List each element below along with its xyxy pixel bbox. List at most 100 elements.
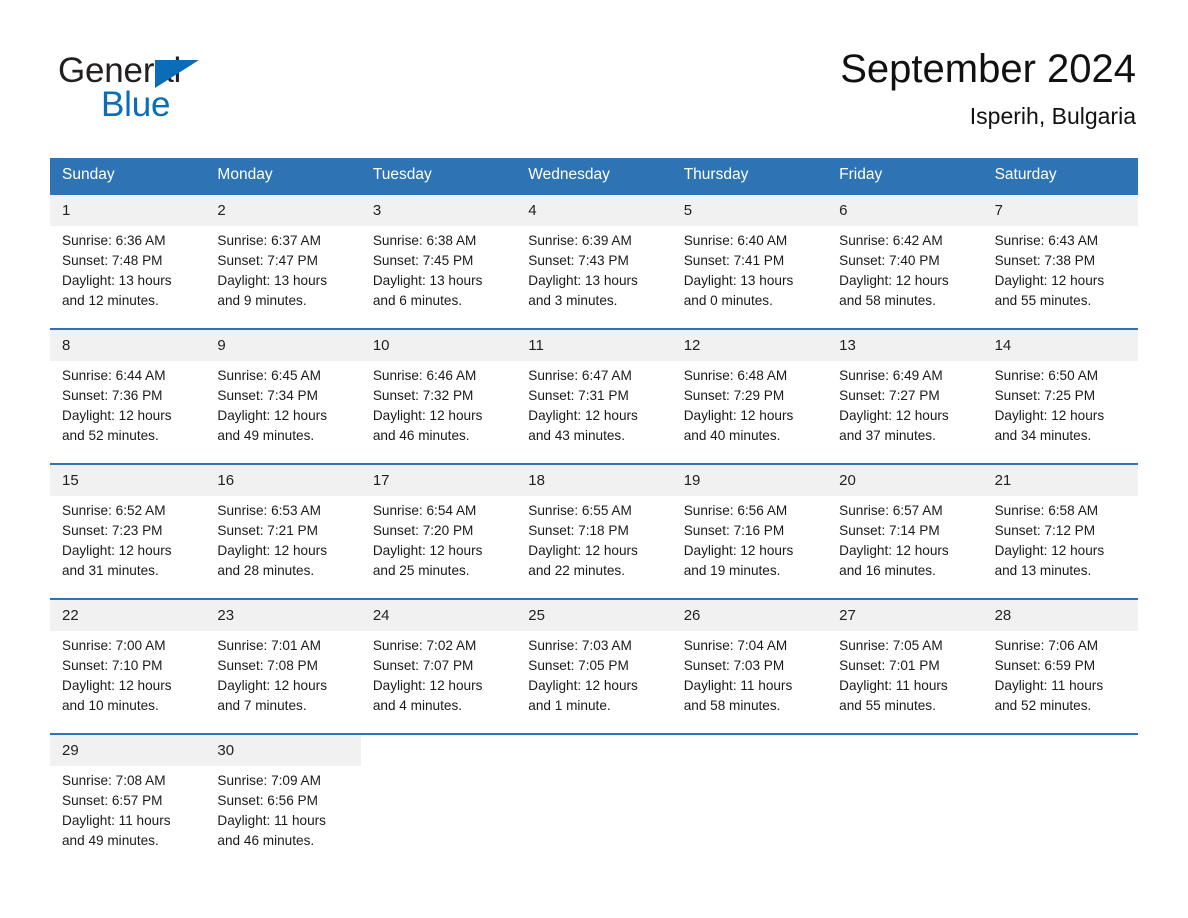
sunset-text: Sunset: 7:05 PM [528, 658, 629, 673]
sunset-text: Sunset: 7:03 PM [683, 658, 785, 673]
page-title: September 2024 [840, 47, 1136, 91]
sunset-text: Sunset: 7:07 PM [372, 658, 474, 673]
day-cell[interactable]: 15 Sunrise: 6:52 AM Sunset: 7:23 PM Dayl… [50, 465, 206, 598]
daylight-text: Daylight: 12 hours and 25 minutes. [372, 543, 483, 578]
day-cell[interactable]: 16 Sunrise: 6:53 AM Sunset: 7:21 PM Dayl… [205, 465, 361, 598]
day-info: Sunrise: 6:54 AM Sunset: 7:20 PM Dayligh… [361, 496, 516, 581]
day-cell[interactable]: 29 Sunrise: 7:08 AM Sunset: 6:57 PM Dayl… [50, 735, 206, 866]
day-number: 19 [671, 465, 828, 496]
daylight-text: Daylight: 13 hours and 0 minutes. [683, 273, 794, 308]
day-cell[interactable]: 21 Sunrise: 6:58 AM Sunset: 7:12 PM Dayl… [982, 465, 1138, 598]
day-info: Sunrise: 7:05 AM Sunset: 7:01 PM Dayligh… [827, 631, 982, 716]
day-cell[interactable]: 28 Sunrise: 7:06 AM Sunset: 6:59 PM Dayl… [982, 600, 1138, 733]
day-cell-empty [360, 735, 517, 866]
sunset-text: Sunset: 7:01 PM [839, 658, 940, 673]
sunset-text: Sunset: 7:34 PM [217, 388, 318, 403]
day-cell[interactable]: 19 Sunrise: 6:56 AM Sunset: 7:16 PM Dayl… [671, 465, 828, 598]
sunrise-text: Sunrise: 7:00 AM [62, 638, 166, 653]
daylight-text: Daylight: 12 hours and 19 minutes. [683, 543, 794, 578]
day-info: Sunrise: 6:55 AM Sunset: 7:18 PM Dayligh… [516, 496, 671, 581]
logo-triangle-icon [155, 60, 199, 88]
calendar-page: General Blue September 2024 Isperih, Bul… [0, 0, 1188, 918]
day-cell[interactable]: 7 Sunrise: 6:43 AM Sunset: 7:38 PM Dayli… [982, 195, 1138, 328]
day-number: 6 [827, 195, 983, 226]
day-info: Sunrise: 6:44 AM Sunset: 7:36 PM Dayligh… [50, 361, 205, 446]
day-info: Sunrise: 6:39 AM Sunset: 7:43 PM Dayligh… [516, 226, 671, 311]
day-number: 18 [516, 465, 672, 496]
day-number: 3 [360, 195, 517, 226]
day-number [827, 735, 983, 766]
daylight-text: Daylight: 11 hours and 52 minutes. [994, 678, 1104, 713]
day-cell[interactable]: 9 Sunrise: 6:45 AM Sunset: 7:34 PM Dayli… [205, 330, 361, 463]
sunset-text: Sunset: 7:31 PM [528, 388, 629, 403]
day-cell[interactable]: 27 Sunrise: 7:05 AM Sunset: 7:01 PM Dayl… [827, 600, 983, 733]
day-cell[interactable]: 25 Sunrise: 7:03 AM Sunset: 7:05 PM Dayl… [516, 600, 672, 733]
day-cell[interactable]: 30 Sunrise: 7:09 AM Sunset: 6:56 PM Dayl… [205, 735, 361, 866]
day-cell[interactable]: 20 Sunrise: 6:57 AM Sunset: 7:14 PM Dayl… [827, 465, 983, 598]
day-cell[interactable]: 24 Sunrise: 7:02 AM Sunset: 7:07 PM Dayl… [360, 600, 517, 733]
day-info: Sunrise: 7:02 AM Sunset: 7:07 PM Dayligh… [361, 631, 516, 716]
day-cell[interactable]: 26 Sunrise: 7:04 AM Sunset: 7:03 PM Dayl… [671, 600, 828, 733]
day-cell[interactable]: 5 Sunrise: 6:40 AM Sunset: 7:41 PM Dayli… [671, 195, 828, 328]
day-number: 26 [671, 600, 828, 631]
sunset-text: Sunset: 6:56 PM [217, 793, 318, 808]
daylight-text: Daylight: 12 hours and 1 minute. [528, 678, 638, 713]
day-cell[interactable]: 13 Sunrise: 6:49 AM Sunset: 7:27 PM Dayl… [827, 330, 983, 463]
sunrise-text: Sunrise: 6:46 AM [372, 368, 477, 383]
day-info: Sunrise: 7:09 AM Sunset: 6:56 PM Dayligh… [205, 766, 360, 851]
daylight-text: Daylight: 12 hours and 37 minutes. [839, 408, 949, 443]
sunset-text: Sunset: 7:20 PM [372, 523, 474, 538]
sunset-text: Sunset: 7:38 PM [994, 253, 1096, 268]
sunrise-text: Sunrise: 7:04 AM [683, 638, 788, 653]
day-info: Sunrise: 7:01 AM Sunset: 7:08 PM Dayligh… [205, 631, 360, 716]
day-cell[interactable]: 11 Sunrise: 6:47 AM Sunset: 7:31 PM Dayl… [516, 330, 672, 463]
weekday-header-sunday: Sunday [62, 166, 115, 183]
sunrise-text: Sunrise: 6:37 AM [217, 233, 321, 248]
day-cell[interactable]: 14 Sunrise: 6:50 AM Sunset: 7:25 PM Dayl… [982, 330, 1138, 463]
daylight-text: Daylight: 12 hours and 13 minutes. [994, 543, 1105, 578]
calendar-week-row: 15 Sunrise: 6:52 AM Sunset: 7:23 PM Dayl… [50, 463, 1138, 598]
day-number: 28 [982, 600, 1138, 631]
day-cell[interactable]: 1 Sunrise: 6:36 AM Sunset: 7:48 PM Dayli… [50, 195, 206, 328]
sunrise-text: Sunrise: 6:55 AM [528, 503, 632, 518]
calendar-week-row: 1 Sunrise: 6:36 AM Sunset: 7:48 PM Dayli… [50, 193, 1138, 328]
day-number: 1 [50, 195, 206, 226]
weekday-header-wednesday: Wednesday [528, 166, 610, 183]
sunrise-text: Sunrise: 6:48 AM [683, 368, 788, 383]
sunset-text: Sunset: 7:45 PM [372, 253, 474, 268]
day-number: 10 [360, 330, 517, 361]
daylight-text: Daylight: 12 hours and 55 minutes. [994, 273, 1105, 308]
day-cell[interactable]: 8 Sunrise: 6:44 AM Sunset: 7:36 PM Dayli… [50, 330, 206, 463]
day-cell[interactable]: 10 Sunrise: 6:46 AM Sunset: 7:32 PM Dayl… [360, 330, 517, 463]
sunrise-text: Sunrise: 6:39 AM [528, 233, 632, 248]
day-cell-empty [671, 735, 828, 866]
day-cell[interactable]: 6 Sunrise: 6:42 AM Sunset: 7:40 PM Dayli… [827, 195, 983, 328]
day-number [360, 735, 517, 766]
day-number [516, 735, 672, 766]
day-cell[interactable]: 12 Sunrise: 6:48 AM Sunset: 7:29 PM Dayl… [671, 330, 828, 463]
daylight-text: Daylight: 12 hours and 43 minutes. [528, 408, 638, 443]
day-cell[interactable]: 18 Sunrise: 6:55 AM Sunset: 7:18 PM Dayl… [516, 465, 672, 598]
day-number: 5 [671, 195, 828, 226]
calendar-week-row: 22 Sunrise: 7:00 AM Sunset: 7:10 PM Dayl… [50, 598, 1138, 733]
day-cell[interactable]: 4 Sunrise: 6:39 AM Sunset: 7:43 PM Dayli… [516, 195, 672, 328]
generalblue-logo[interactable]: General Blue [58, 52, 318, 124]
day-number: 13 [827, 330, 983, 361]
sunrise-text: Sunrise: 6:57 AM [839, 503, 943, 518]
day-cell[interactable]: 2 Sunrise: 6:37 AM Sunset: 7:47 PM Dayli… [205, 195, 361, 328]
sunrise-text: Sunrise: 6:53 AM [217, 503, 321, 518]
day-cell[interactable]: 17 Sunrise: 6:54 AM Sunset: 7:20 PM Dayl… [360, 465, 517, 598]
day-number: 8 [50, 330, 206, 361]
day-number: 12 [671, 330, 828, 361]
day-info: Sunrise: 7:04 AM Sunset: 7:03 PM Dayligh… [672, 631, 827, 716]
sunrise-text: Sunrise: 6:36 AM [62, 233, 166, 248]
day-number: 14 [982, 330, 1138, 361]
sunrise-text: Sunrise: 7:05 AM [839, 638, 943, 653]
day-cell[interactable]: 3 Sunrise: 6:38 AM Sunset: 7:45 PM Dayli… [360, 195, 517, 328]
day-cell[interactable]: 22 Sunrise: 7:00 AM Sunset: 7:10 PM Dayl… [50, 600, 206, 733]
day-cell[interactable]: 23 Sunrise: 7:01 AM Sunset: 7:08 PM Dayl… [205, 600, 361, 733]
daylight-text: Daylight: 12 hours and 34 minutes. [994, 408, 1105, 443]
day-info: Sunrise: 6:42 AM Sunset: 7:40 PM Dayligh… [827, 226, 982, 311]
sunset-text: Sunset: 7:29 PM [683, 388, 785, 403]
calendar-grid: Sunday Monday Tuesday Wednesday Thursday… [50, 158, 1138, 866]
